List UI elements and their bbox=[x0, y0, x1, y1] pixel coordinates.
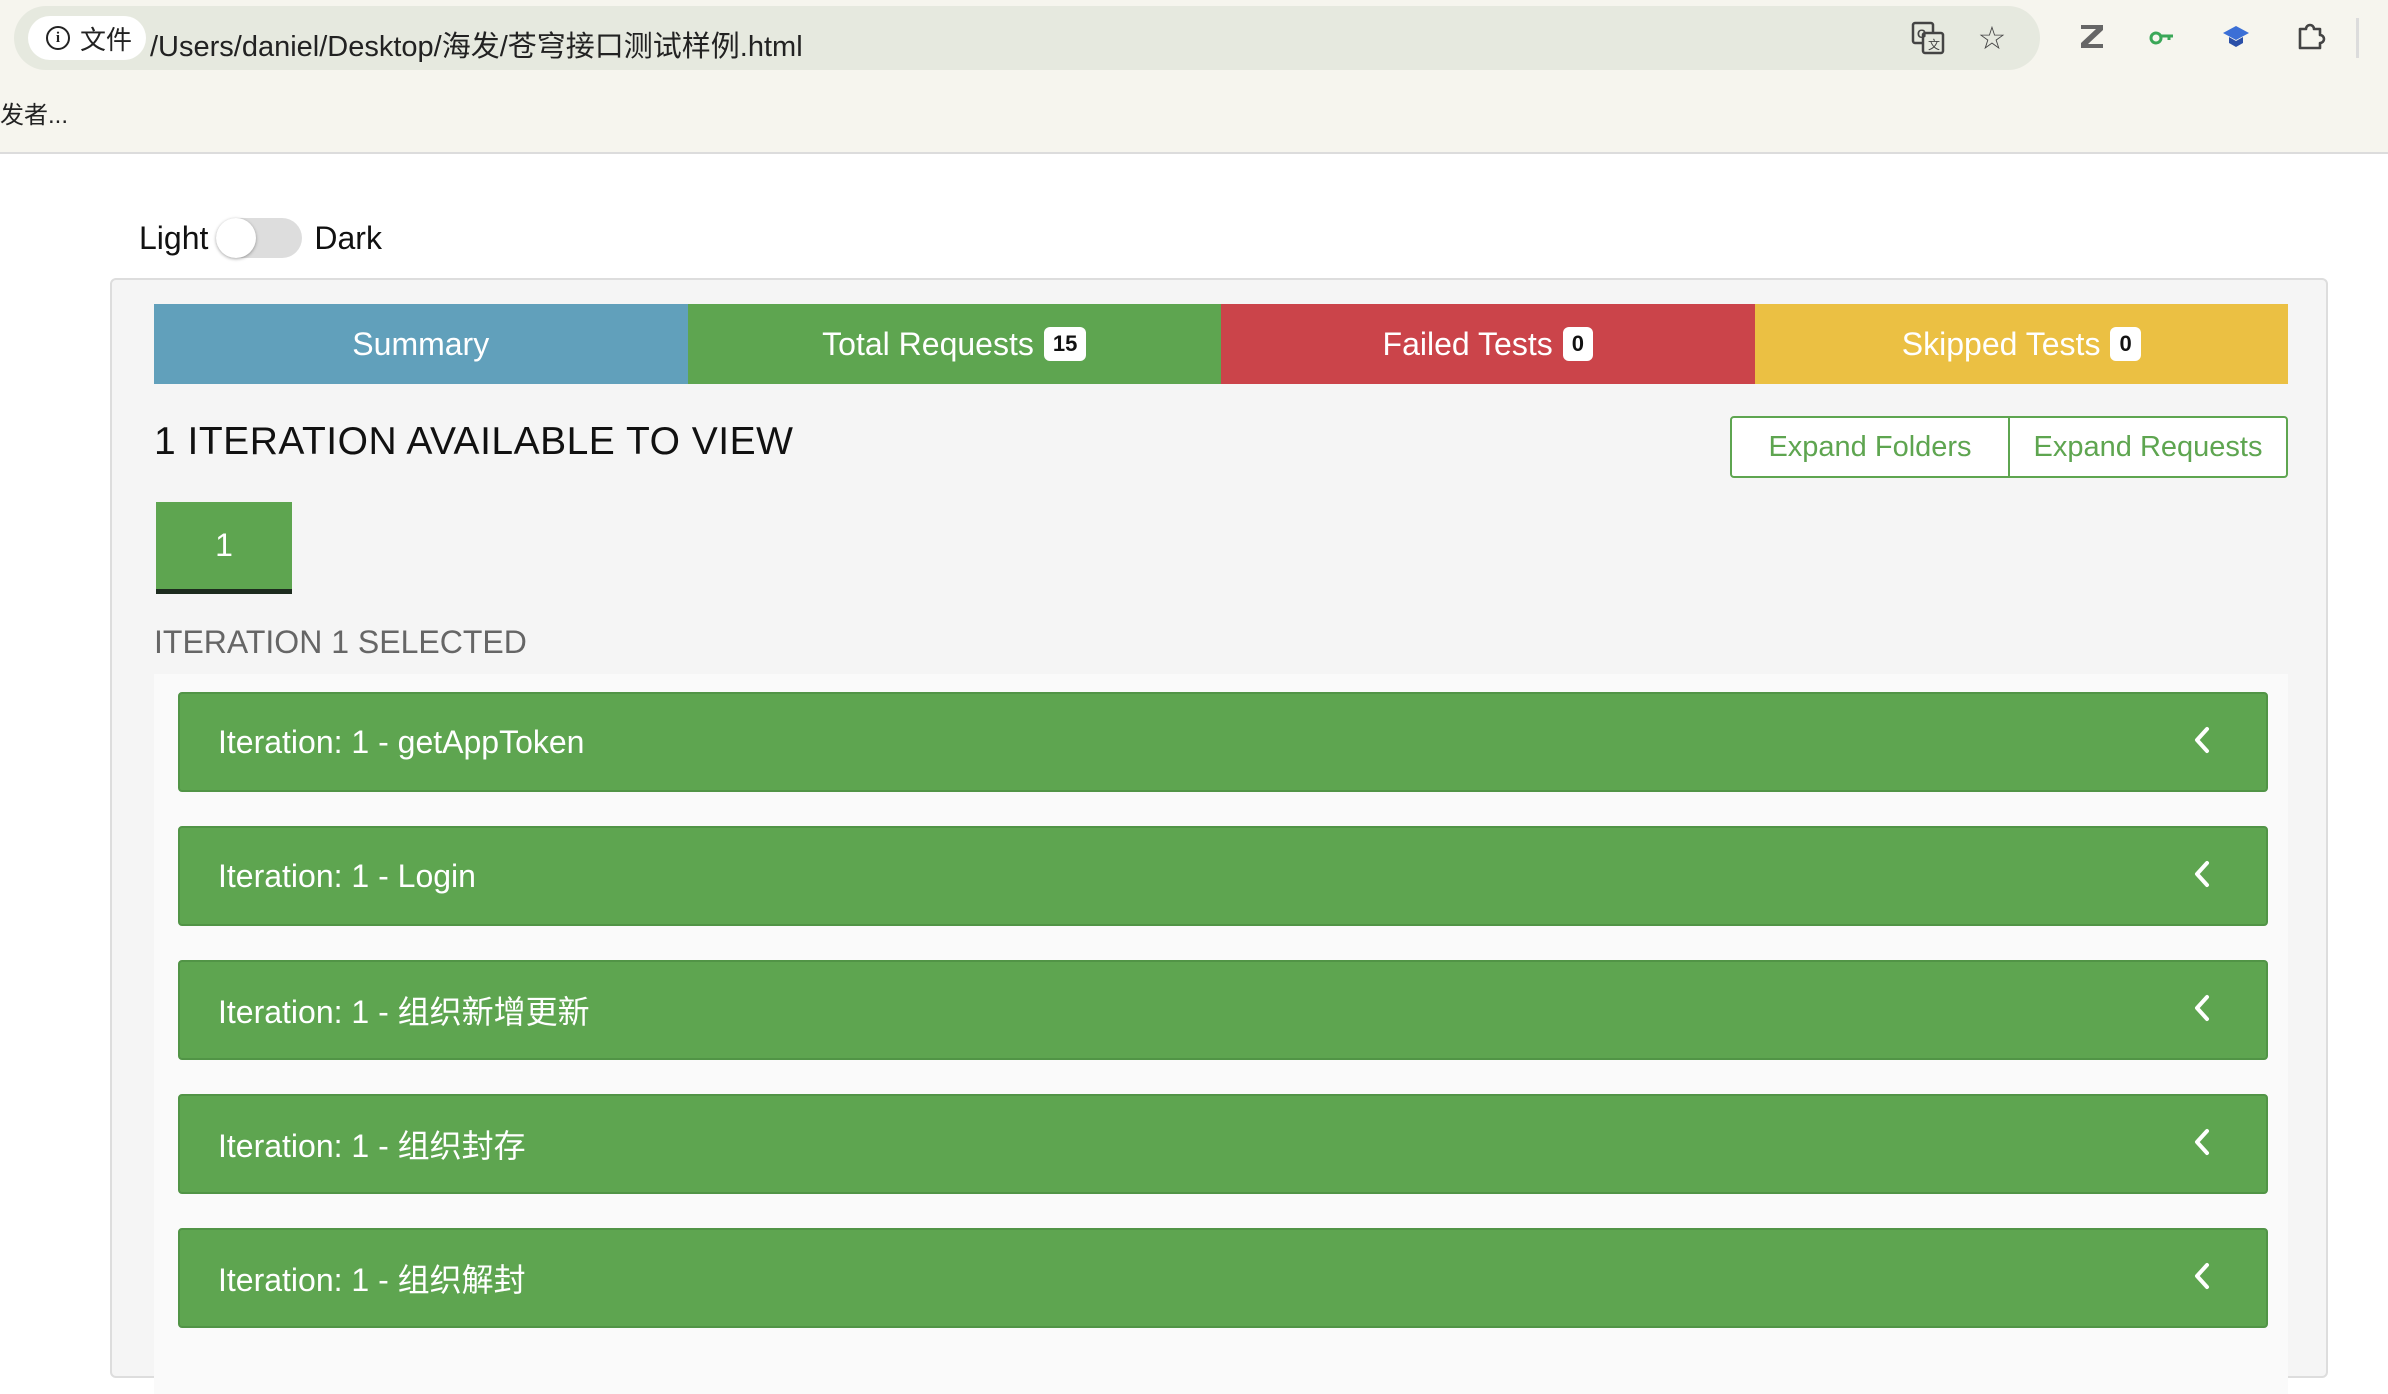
tab-label: Skipped Tests bbox=[1901, 325, 2101, 362]
key-extension-icon[interactable] bbox=[2142, 16, 2182, 56]
info-icon: i bbox=[46, 26, 70, 50]
tab-label: Failed Tests bbox=[1382, 325, 1553, 362]
request-title: Iteration: 1 - 组织封存 bbox=[218, 1128, 526, 1164]
iteration-tab-1[interactable]: 1 bbox=[156, 502, 292, 594]
expand-requests-button[interactable]: Expand Requests bbox=[2010, 416, 2288, 478]
request-accordion-header[interactable]: Iteration: 1 - 组织解封 bbox=[178, 1228, 2268, 1328]
graduation-cap-extension-icon[interactable] bbox=[2216, 16, 2256, 56]
request-accordion-header[interactable]: Iteration: 1 - Login bbox=[178, 826, 2268, 926]
request-title: Iteration: 1 - 组织新增更新 bbox=[218, 994, 590, 1030]
count-badge: 0 bbox=[1562, 327, 1593, 361]
request-accordion-header[interactable]: Iteration: 1 - 组织封存 bbox=[178, 1094, 2268, 1194]
site-info-label: 文件 bbox=[80, 24, 133, 55]
address-bar[interactable]: i 文件 /Users/daniel/Desktop/海发/苍穹接口测试样例.h… bbox=[14, 6, 2040, 70]
bookmark-star-icon[interactable]: ☆ bbox=[1974, 20, 2010, 56]
request-accordion-header[interactable]: Iteration: 1 - getAppToken bbox=[178, 692, 2268, 792]
tab-summary[interactable]: Summary bbox=[154, 304, 688, 384]
extensions-puzzle-icon[interactable] bbox=[2290, 16, 2330, 56]
translate-icon[interactable]: G 文 bbox=[1910, 20, 1946, 56]
request-accordion-header[interactable]: Iteration: 1 - 组织新增更新 bbox=[178, 960, 2268, 1060]
svg-text:G: G bbox=[1917, 27, 1926, 41]
site-info-button[interactable]: i 文件 bbox=[28, 16, 146, 60]
tab-skipped-tests[interactable]: Skipped Tests 0 bbox=[1754, 304, 2288, 384]
tab-label: Summary bbox=[352, 325, 490, 362]
request-title: Iteration: 1 - getAppToken bbox=[218, 723, 585, 760]
bookmark-item[interactable]: 发者... bbox=[0, 95, 68, 130]
request-title: Iteration: 1 - Login bbox=[218, 857, 476, 894]
request-list: Iteration: 1 - getAppToken Iteration: 1 … bbox=[154, 674, 2288, 1394]
light-label: Light bbox=[139, 219, 209, 256]
tab-label: Total Requests bbox=[822, 325, 1034, 362]
chevron-left-icon[interactable] bbox=[2186, 1260, 2218, 1292]
theme-toggle[interactable] bbox=[216, 218, 303, 258]
expand-button-group: Expand Folders Expand Requests bbox=[1730, 416, 2288, 478]
count-badge: 15 bbox=[1043, 327, 1087, 361]
toggle-knob bbox=[216, 218, 257, 258]
svg-text:文: 文 bbox=[1928, 37, 1940, 52]
iterations-heading: 1 ITERATION AVAILABLE TO VIEW bbox=[154, 420, 794, 463]
chevron-left-icon[interactable] bbox=[2186, 858, 2218, 890]
chevron-left-icon[interactable] bbox=[2186, 1126, 2218, 1158]
count-badge: 0 bbox=[2110, 327, 2141, 361]
dark-label: Dark bbox=[314, 219, 382, 256]
tab-failed-tests[interactable]: Failed Tests 0 bbox=[1221, 304, 1755, 384]
expand-folders-button[interactable]: Expand Folders bbox=[1730, 416, 2010, 478]
zotero-extension-icon[interactable] bbox=[2072, 16, 2112, 56]
iteration-selected-label: ITERATION 1 SELECTED bbox=[154, 624, 527, 660]
report-card: Summary Total Requests 15 Failed Tests 0… bbox=[110, 278, 2328, 1394]
chevron-left-icon[interactable] bbox=[2186, 724, 2218, 756]
theme-switcher: Light Dark bbox=[139, 216, 382, 260]
tab-total-requests[interactable]: Total Requests 15 bbox=[687, 304, 1221, 384]
toolbar-divider bbox=[2356, 18, 2359, 58]
browser-toolbar: i 文件 /Users/daniel/Desktop/海发/苍穹接口测试样例.h… bbox=[0, 0, 2388, 154]
chevron-left-icon[interactable] bbox=[2186, 992, 2218, 1024]
report-tabs: Summary Total Requests 15 Failed Tests 0… bbox=[154, 304, 2288, 384]
url-text[interactable]: /Users/daniel/Desktop/海发/苍穹接口测试样例.html bbox=[150, 23, 803, 65]
request-title: Iteration: 1 - 组织解封 bbox=[218, 1262, 526, 1298]
